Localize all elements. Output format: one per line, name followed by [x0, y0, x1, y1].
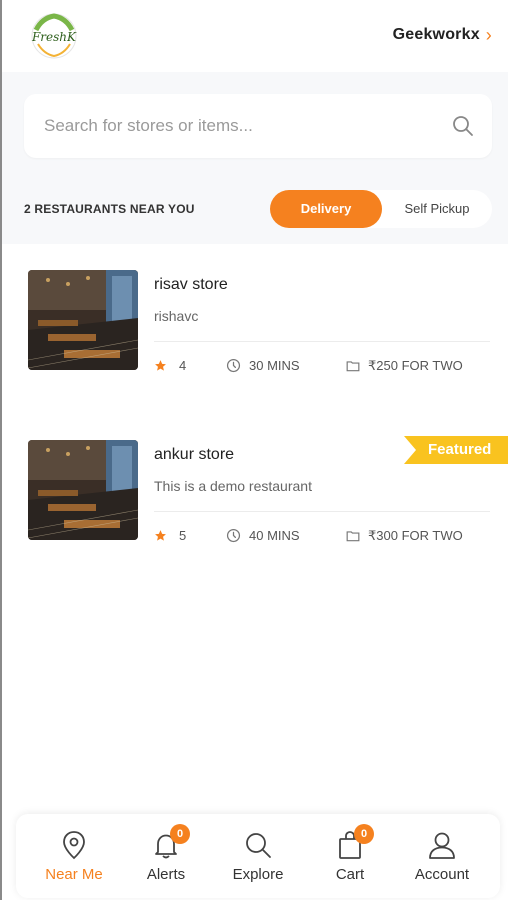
time-value: 30 MINS	[249, 358, 300, 373]
alerts-badge: 0	[170, 824, 190, 844]
bottom-nav: Near Me 0 Alerts Explore 0 Cart Account	[16, 814, 500, 898]
time-value: 40 MINS	[249, 528, 300, 543]
divider	[154, 341, 490, 342]
nav-label: Alerts	[146, 866, 186, 883]
store-name: risav store	[154, 276, 228, 293]
delivery-option[interactable]: Delivery	[270, 190, 382, 228]
store-rating: 4	[154, 358, 186, 373]
nav-label: Cart	[335, 866, 365, 883]
store-price: ₹250 FOR TWO	[346, 358, 463, 374]
store-image	[28, 440, 138, 540]
featured-badge: Featured	[404, 436, 508, 464]
rating-value: 4	[179, 358, 187, 373]
store-description: This is a demo restaurant	[154, 478, 312, 494]
store-rating: 5	[154, 528, 186, 543]
star-icon	[155, 530, 166, 541]
store-price: ₹300 FOR TWO	[346, 528, 463, 544]
delivery-mode-toggle: Delivery Self Pickup	[270, 190, 492, 228]
app-header: FreshK Geekworkx ›	[2, 0, 508, 72]
divider	[154, 511, 490, 512]
store-card-risav[interactable]: risav store rishavc 4 30 MINS ₹250 FOR T…	[2, 270, 508, 380]
location-pin-icon	[63, 831, 85, 860]
rating-value: 5	[179, 528, 187, 543]
nav-label: Near Me	[45, 866, 103, 883]
nav-cart[interactable]: 0 Cart	[310, 814, 390, 898]
search-filter-area: 2 RESTAURANTS NEAR YOU Delivery Self Pic…	[2, 72, 508, 244]
search-input[interactable]	[44, 94, 444, 158]
price-value: ₹300 FOR TWO	[368, 528, 463, 543]
search-bar	[24, 94, 492, 158]
clock-icon	[226, 528, 241, 543]
restaurant-count-label: 2 RESTAURANTS NEAR YOU	[24, 202, 195, 216]
self-pickup-option[interactable]: Self Pickup	[382, 190, 492, 228]
store-delivery-time: 40 MINS	[226, 528, 300, 543]
nav-explore[interactable]: Explore	[218, 814, 298, 898]
star-icon	[155, 360, 166, 371]
store-delivery-time: 30 MINS	[226, 358, 300, 373]
store-name: ankur store	[154, 446, 235, 463]
store-image	[28, 270, 138, 370]
search-icon[interactable]	[452, 115, 474, 137]
clock-icon	[226, 358, 241, 373]
location-selector[interactable]: Geekworkx ›	[393, 26, 492, 44]
nav-account[interactable]: Account	[402, 814, 482, 898]
svg-text:FreshK: FreshK	[31, 30, 77, 44]
search-icon	[246, 833, 271, 858]
wallet-icon	[346, 531, 360, 542]
store-description: rishavc	[154, 308, 199, 324]
cart-badge: 0	[354, 824, 374, 844]
nav-near-me[interactable]: Near Me	[34, 814, 114, 898]
fresh-k-logo[interactable]: FreshK	[28, 12, 80, 60]
store-card-ankur[interactable]: Featured ankur store This is a demo rest…	[2, 436, 508, 550]
nav-label: Account	[414, 866, 470, 883]
user-icon	[429, 832, 455, 859]
location-label: Geekworkx	[392, 26, 480, 43]
nav-label: Explore	[232, 866, 284, 883]
nav-alerts[interactable]: 0 Alerts	[126, 814, 206, 898]
price-value: ₹250 FOR TWO	[368, 358, 463, 373]
chevron-right-icon: ›	[485, 25, 492, 45]
wallet-icon	[346, 361, 360, 372]
